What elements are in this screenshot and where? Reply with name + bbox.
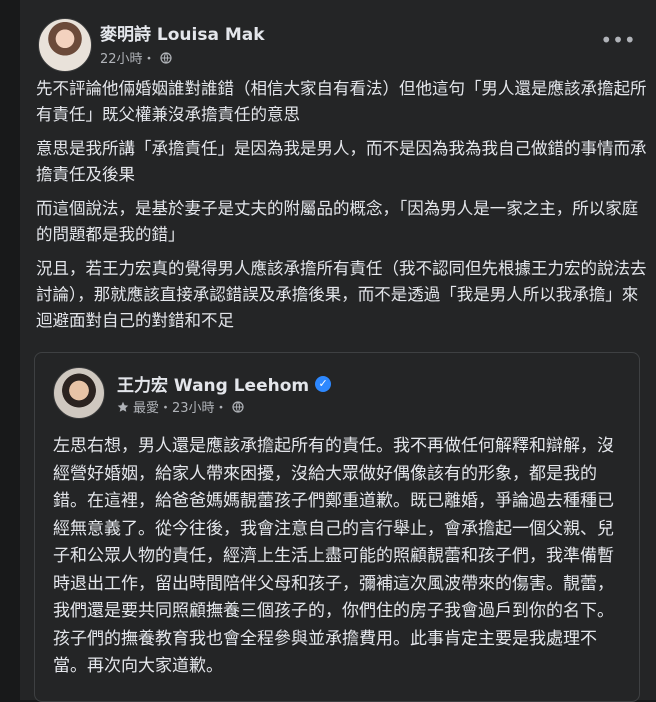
globe-icon [159,51,172,64]
author-name[interactable]: 麥明詩 Louisa Mak [100,20,265,45]
post-card: 麥明詩 Louisa Mak 22小時・ ••• 先不評論他倆婚姻誰對誰錯（相信… [20,0,656,702]
shared-meta: 最愛・23小時・ [117,397,244,416]
verified-badge-icon: ✓ [315,375,332,392]
post-body: 先不評論他倆婚姻誰對誰錯（相信大家自有看法）但他這句「男人還是應該承擔起所有責任… [36,76,648,342]
globe-icon [231,400,244,413]
shared-author-avatar[interactable] [53,367,105,419]
star-icon [117,401,129,412]
author-avatar[interactable] [38,18,92,72]
shared-post-text: 左思右想，男人還是應該承擔起所有的責任。我不再做任何解釋和辯解，沒經營好婚姻，給… [53,436,614,676]
shared-post[interactable]: 王力宏 Wang Leehom ✓ 最愛・23小時・ 左思右想，男人還是應該承擔… [34,352,640,702]
post-paragraph: 先不評論他倆婚姻誰對誰錯（相信大家自有看法）但他這句「男人還是應該承擔起所有責任… [36,79,647,124]
shared-meta-label[interactable]: 最愛・23小時・ [133,397,228,416]
post-meta: 22小時・ [100,48,172,67]
post-paragraph: 而這個說法，是基於妻子是丈夫的附屬品的概念，「因為男人是一家之主，所以家庭的問題… [36,199,639,244]
more-horizontal-icon[interactable]: ••• [600,26,635,54]
shared-author: 王力宏 Wang Leehom ✓ [117,371,332,396]
post-header: 麥明詩 Louisa Mak 22小時・ ••• [20,14,656,72]
shared-author-name[interactable]: 王力宏 Wang Leehom [117,371,309,396]
post-time[interactable]: 22小時・ [100,48,156,67]
post-paragraph: 意思是我所講「承擔責任」是因為我是男人，而不是因為我為我自己做錯的事情而承擔責任… [36,139,647,184]
post-paragraph: 況且，若王力宏真的覺得男人應該承擔所有責任（我不認同但先根據王力宏的說法去討論）… [36,259,647,330]
